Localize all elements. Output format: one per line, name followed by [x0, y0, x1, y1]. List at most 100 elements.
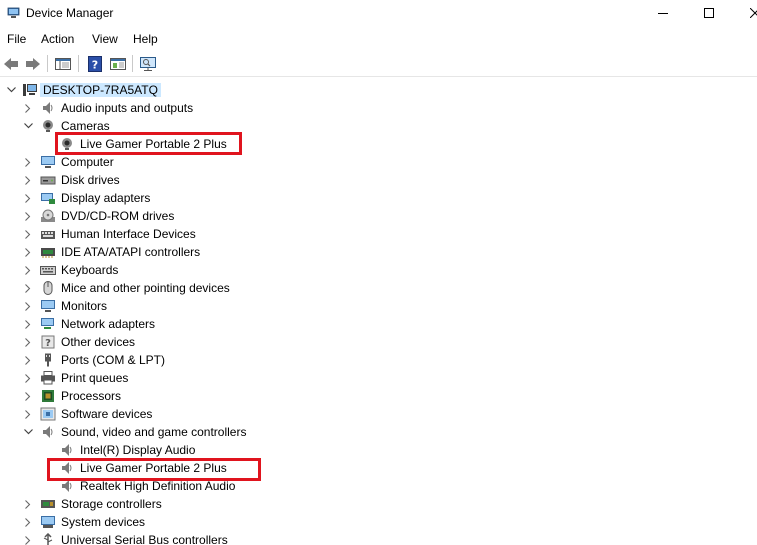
monitor-icon — [41, 300, 55, 312]
software-device-icon — [40, 407, 56, 421]
highlight-box-camera — [55, 132, 242, 155]
expand-chevron-icon[interactable] — [23, 516, 33, 528]
menu-help[interactable]: Help — [133, 32, 158, 46]
tree-item-ports[interactable]: Ports (COM & LPT) — [0, 351, 757, 369]
tree-label: Mice and other pointing devices — [61, 281, 230, 295]
menu-view[interactable]: View — [92, 32, 118, 46]
tree-label: Storage controllers — [61, 497, 162, 511]
tree-item-human-interface-devices[interactable]: Human Interface Devices — [0, 225, 757, 243]
tree-item-computer[interactable]: Computer — [0, 153, 757, 171]
minimize-button[interactable] — [640, 0, 686, 26]
tree-item-system-devices[interactable]: System devices — [0, 513, 757, 531]
processor-icon — [42, 390, 54, 402]
tree-label: Print queues — [61, 371, 129, 385]
tree-item-ide-controllers[interactable]: IDE ATA/ATAPI controllers — [0, 243, 757, 261]
tree-item-network-adapters[interactable]: Network adapters — [0, 315, 757, 333]
expand-chevron-icon[interactable] — [23, 390, 33, 402]
collapse-chevron-icon[interactable] — [6, 84, 16, 96]
disc-icon — [41, 209, 55, 222]
tree-item-usb-controllers[interactable]: Universal Serial Bus controllers — [0, 531, 757, 545]
expand-chevron-icon[interactable] — [23, 228, 33, 240]
device-tree: DESKTOP-7RA5ATQ Audio inputs and outputs… — [0, 81, 757, 545]
tree-item-disk-drives[interactable]: Disk drives — [0, 171, 757, 189]
expand-chevron-icon[interactable] — [23, 336, 33, 348]
tree-label: Sound, video and game controllers — [61, 425, 247, 439]
tree-item-monitors[interactable]: Monitors — [0, 297, 757, 315]
tree-label: Computer — [61, 155, 114, 169]
tree-item-print-queues[interactable]: Print queues — [0, 369, 757, 387]
expand-chevron-icon[interactable] — [23, 408, 33, 420]
menu-bar: File Action View Help — [0, 28, 757, 50]
tree-label: Display adapters — [61, 191, 151, 205]
expand-chevron-icon[interactable] — [23, 192, 33, 204]
help-button[interactable]: ? — [85, 54, 105, 74]
expand-chevron-icon[interactable] — [23, 354, 33, 366]
device-manager-icon — [7, 7, 20, 18]
tree-item-processors[interactable]: Processors — [0, 387, 757, 405]
tree-label: System devices — [61, 515, 146, 529]
disk-drive-icon — [40, 176, 56, 185]
keyboard-icon — [40, 266, 56, 275]
camera-icon — [43, 120, 53, 132]
tree-label: Software devices — [61, 407, 153, 421]
expand-chevron-icon[interactable] — [23, 498, 33, 510]
expand-chevron-icon[interactable] — [23, 210, 33, 222]
display-adapter-icon — [41, 193, 55, 204]
expand-chevron-icon[interactable] — [23, 300, 33, 312]
tree-item-sound-video-game[interactable]: Sound, video and game controllers — [0, 423, 757, 441]
close-button[interactable] — [732, 0, 757, 26]
speaker-icon — [43, 102, 53, 114]
storage-controller-icon — [41, 500, 55, 508]
expand-chevron-icon[interactable] — [23, 156, 33, 168]
tree-label: Other devices — [61, 335, 136, 349]
collapse-chevron-icon[interactable] — [23, 120, 33, 132]
system-device-icon — [41, 516, 55, 528]
show-hide-console-tree-button[interactable] — [53, 54, 73, 74]
tree-item-dvd-cdrom[interactable]: DVD/CD-ROM drives — [0, 207, 757, 225]
expand-chevron-icon[interactable] — [23, 174, 33, 186]
tree-label: Keyboards — [61, 263, 119, 277]
forward-arrow-icon — [26, 58, 40, 70]
scan-hardware-button[interactable] — [138, 54, 158, 74]
toolbar-separator — [47, 55, 48, 72]
expand-chevron-icon[interactable] — [23, 246, 33, 258]
tree-label: Cameras — [61, 119, 110, 133]
expand-chevron-icon[interactable] — [23, 318, 33, 330]
expand-chevron-icon[interactable] — [23, 102, 33, 114]
tree-label: IDE ATA/ATAPI controllers — [61, 245, 201, 259]
speaker-icon — [62, 480, 72, 492]
svg-text:?: ? — [92, 59, 98, 72]
toolbar-separator — [132, 55, 133, 72]
close-icon — [750, 8, 757, 18]
expand-chevron-icon[interactable] — [23, 372, 33, 384]
collapse-chevron-icon[interactable] — [23, 426, 33, 438]
maximize-button[interactable] — [686, 0, 732, 26]
tree-item-display-adapters[interactable]: Display adapters — [0, 189, 757, 207]
tree-item-intel-display-audio[interactable]: Intel(R) Display Audio — [0, 441, 757, 459]
tree-item-other-devices[interactable]: ? Other devices — [0, 333, 757, 351]
hid-icon — [41, 231, 55, 239]
expand-chevron-icon[interactable] — [23, 282, 33, 294]
tree-label: Monitors — [61, 299, 108, 313]
properties-button[interactable] — [108, 54, 128, 74]
menu-file[interactable]: File — [7, 32, 26, 46]
tree-label: Disk drives — [61, 173, 120, 187]
menu-action[interactable]: Action — [41, 32, 74, 46]
tree-item-mice[interactable]: Mice and other pointing devices — [0, 279, 757, 297]
expand-chevron-icon[interactable] — [23, 534, 33, 545]
tree-root-computer[interactable]: DESKTOP-7RA5ATQ — [0, 81, 757, 99]
computer-tree-icon — [23, 84, 37, 96]
highlight-box-audio — [47, 458, 261, 481]
tree-item-software-devices[interactable]: Software devices — [0, 405, 757, 423]
speaker-icon — [43, 426, 53, 438]
tree-item-keyboards[interactable]: Keyboards — [0, 261, 757, 279]
speaker-icon — [62, 444, 72, 456]
minimize-icon — [658, 13, 668, 14]
back-button[interactable] — [1, 54, 21, 74]
expand-chevron-icon[interactable] — [23, 264, 33, 276]
tree-item-audio-inputs[interactable]: Audio inputs and outputs — [0, 99, 757, 117]
tree-item-storage-controllers[interactable]: Storage controllers — [0, 495, 757, 513]
monitor-scan-icon — [140, 57, 156, 71]
tree-label: Processors — [61, 389, 122, 403]
forward-button[interactable] — [23, 54, 43, 74]
